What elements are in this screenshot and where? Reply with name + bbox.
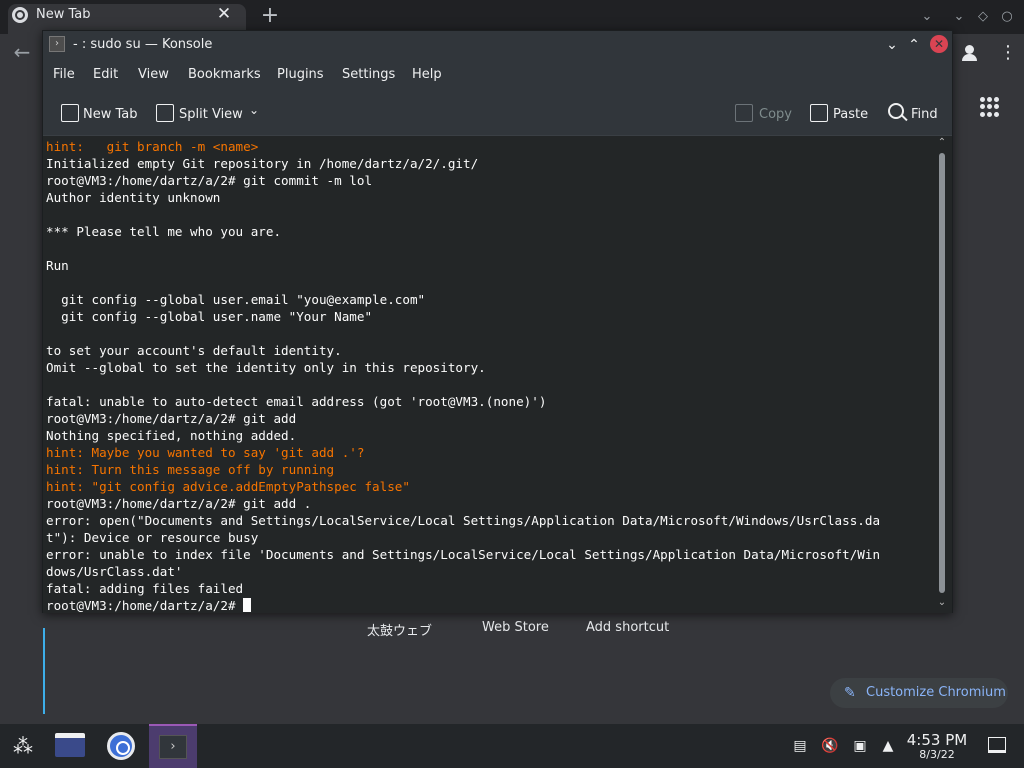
folder-icon bbox=[55, 733, 85, 757]
konsole-menubar bbox=[43, 61, 952, 89]
terminal-icon: › bbox=[159, 735, 187, 759]
apps-grid-icon[interactable] bbox=[980, 97, 1000, 117]
new-tab-icon[interactable] bbox=[61, 104, 79, 122]
clock-date[interactable]: 8/3/22 bbox=[902, 748, 972, 761]
task-file-manager[interactable] bbox=[46, 724, 94, 768]
terminal-prompt-line[interactable]: root@VM3:/home/dartz/a/2# bbox=[46, 597, 926, 614]
konsole-window: › - : sudo su — Konsole ⌄ ⌃ ✕ File Edit … bbox=[42, 30, 953, 714]
tab-close-icon[interactable]: ✕ bbox=[214, 4, 234, 24]
shortcut-add[interactable]: Add shortcut bbox=[586, 620, 669, 638]
terminal-line: error: open("Documents and Settings/Loca… bbox=[46, 513, 881, 528]
scroll-up-icon[interactable]: ⌃ bbox=[936, 137, 948, 149]
menu-edit[interactable]: Edit bbox=[93, 67, 118, 82]
pencil-icon: ✎ bbox=[844, 685, 856, 701]
paste-icon[interactable] bbox=[810, 104, 828, 122]
window-restore-icon[interactable]: ◇ bbox=[972, 6, 994, 28]
volume-muted-icon[interactable]: 🔇 bbox=[820, 736, 840, 756]
clock-time[interactable]: 4:53 PM bbox=[902, 731, 972, 749]
terminal-line: t"): Device or resource busy bbox=[46, 530, 259, 545]
shortcut-web-store[interactable]: Web Store bbox=[482, 620, 549, 638]
split-view-chevron-icon[interactable]: ⌄ bbox=[249, 103, 259, 117]
terminal-cursor bbox=[243, 598, 252, 612]
terminal-prompt: root@VM3:/home/dartz/a/2# bbox=[46, 598, 244, 613]
terminal-line: Omit --global to set the identity only i… bbox=[46, 360, 486, 375]
terminal-line: Run bbox=[46, 258, 69, 273]
application-launcher-icon[interactable]: ⁂ bbox=[8, 731, 38, 761]
new-tab-button[interactable]: New Tab bbox=[83, 105, 138, 125]
terminal-line: git config --global user.email "you@exam… bbox=[46, 292, 426, 307]
shortcut-taiko-web[interactable]: 太鼓ウェブ bbox=[367, 620, 432, 639]
menu-file[interactable]: File bbox=[53, 67, 75, 82]
split-view-icon[interactable] bbox=[156, 104, 174, 122]
terminal-line: hint: git branch -m <name> bbox=[46, 139, 259, 154]
clipboard-icon[interactable]: ▤ bbox=[790, 736, 810, 756]
terminal-output[interactable]: hint: git branch -m <name> Initialized em… bbox=[46, 138, 926, 614]
profile-icon[interactable] bbox=[958, 40, 982, 66]
new-tab-icon[interactable]: + bbox=[258, 3, 282, 29]
chromium-icon bbox=[12, 7, 28, 23]
terminal-line: fatal: adding files failed bbox=[46, 581, 244, 596]
find-icon[interactable] bbox=[888, 103, 904, 119]
terminal-line: Initialized empty Git repository in /hom… bbox=[46, 156, 479, 171]
chromium-icon bbox=[107, 732, 135, 760]
find-button[interactable]: Find bbox=[911, 105, 938, 125]
terminal-line: root@VM3:/home/dartz/a/2# git commit -m … bbox=[46, 173, 373, 188]
terminal-line: fatal: unable to auto-detect email addre… bbox=[46, 394, 547, 409]
browser-tab-title[interactable]: New Tab bbox=[36, 7, 91, 22]
back-arrow-icon[interactable]: ← bbox=[10, 38, 34, 66]
terminal-line: hint: "git config advice.addEmptyPathspe… bbox=[46, 479, 410, 494]
terminal-line: Nothing specified, nothing added. bbox=[46, 428, 297, 443]
menu-help[interactable]: Help bbox=[412, 67, 442, 82]
terminal-line: Author identity unknown bbox=[46, 190, 221, 205]
konsole-minimize-icon[interactable]: ⌄ bbox=[883, 35, 901, 55]
paste-button[interactable]: Paste bbox=[833, 105, 868, 125]
menu-settings[interactable]: Settings bbox=[342, 67, 395, 82]
copy-button[interactable]: Copy bbox=[759, 105, 792, 125]
terminal-line: to set your account's default identity. bbox=[46, 343, 342, 358]
tray-expand-icon[interactable]: ▲ bbox=[878, 736, 898, 756]
menu-plugins[interactable]: Plugins bbox=[277, 67, 324, 82]
terminal-line: hint: Maybe you wanted to say 'git add .… bbox=[46, 445, 365, 460]
terminal-line: git config --global user.name "Your Name… bbox=[46, 309, 373, 324]
task-chromium[interactable] bbox=[98, 724, 146, 768]
window-minimize-icon[interactable]: ⌄ bbox=[948, 6, 970, 28]
terminal-line: root@VM3:/home/dartz/a/2# git add bbox=[46, 411, 297, 426]
terminal-line: hint: Turn this message off by running bbox=[46, 462, 335, 477]
show-desktop-icon[interactable] bbox=[988, 737, 1006, 753]
konsole-window-title: - : sudo su — Konsole bbox=[73, 37, 213, 52]
scroll-down-icon[interactable]: ⌄ bbox=[936, 597, 948, 609]
selection-marker bbox=[43, 628, 45, 714]
menu-bookmarks[interactable]: Bookmarks bbox=[188, 67, 261, 82]
konsole-close-icon[interactable]: ✕ bbox=[930, 35, 948, 53]
network-icon[interactable]: ▣ bbox=[850, 736, 870, 756]
terminal-line: root@VM3:/home/dartz/a/2# git add . bbox=[46, 496, 312, 511]
terminal-view[interactable]: hint: git branch -m <name> Initialized em… bbox=[43, 135, 952, 714]
terminal-line: dows/UsrClass.dat' bbox=[46, 564, 183, 579]
task-konsole[interactable]: › bbox=[149, 724, 197, 768]
terminal-line: error: unable to index file 'Documents a… bbox=[46, 547, 881, 562]
split-view-button[interactable]: Split View bbox=[179, 105, 243, 125]
menu-kebab-icon[interactable]: ⋮ bbox=[998, 40, 1018, 66]
konsole-maximize-icon[interactable]: ⌃ bbox=[905, 35, 923, 55]
konsole-app-icon[interactable]: › bbox=[49, 36, 65, 52]
window-close-icon[interactable]: ○ bbox=[996, 6, 1018, 28]
tab-search-icon[interactable]: ⌄ bbox=[916, 6, 938, 28]
copy-icon[interactable] bbox=[735, 104, 753, 122]
scrollbar-thumb[interactable] bbox=[939, 153, 945, 593]
menu-view[interactable]: View bbox=[138, 67, 169, 82]
terminal-line: *** Please tell me who you are. bbox=[46, 224, 282, 239]
